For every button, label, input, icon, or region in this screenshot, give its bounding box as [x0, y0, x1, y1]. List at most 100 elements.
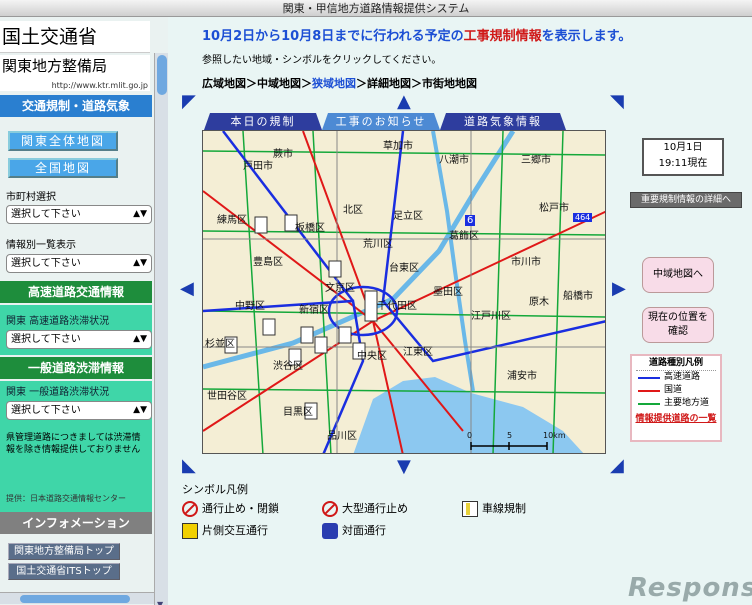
crumb-detail[interactable]: 詳細地図 [367, 77, 411, 90]
scroll-down-icon[interactable]: ▼ [157, 600, 163, 605]
symbol-legend-title: シンボル凡例 [182, 483, 248, 496]
main-content: 10月2日から10月8日までに行われる予定の工事規制情報を表示します。 参照した… [168, 17, 752, 605]
area-label: 北区 [343, 205, 363, 216]
ktr-logo[interactable]: 関東地方整備局 http://www.ktr.mlit.go.jp [0, 55, 150, 91]
scroll-thumb[interactable] [157, 55, 167, 95]
area-label: 練馬区 [217, 215, 247, 226]
symbol-no-large-vehicles: 大型通行止め [322, 501, 408, 517]
two-way-traffic-icon [322, 523, 338, 539]
expressway-label: 関東 高速道路渋滞状況 [6, 316, 110, 327]
general-road-header: 一般道路渋滞情報 [0, 357, 152, 379]
area-label: 豊島区 [253, 257, 283, 268]
mlit-its-link[interactable]: 国土交通省ITSトップ [8, 563, 120, 580]
expressway-select[interactable]: 選択して下さい ▲▼ [6, 330, 152, 349]
pan-south-arrow-icon[interactable]: ▼ [397, 458, 411, 476]
area-label: 荒川区 [363, 239, 393, 250]
area-label: 板橋区 [295, 223, 325, 234]
pan-southeast-arrow-icon[interactable]: ◢ [610, 457, 624, 475]
scale-label: 0 [467, 431, 473, 440]
lane-restriction-marker[interactable] [300, 326, 314, 344]
area-label: 中野区 [235, 301, 265, 312]
information-header: インフォメーション [0, 512, 152, 534]
lane-restriction-marker[interactable] [314, 336, 328, 354]
area-label: 船橋市 [563, 291, 593, 302]
area-label: 足立区 [393, 211, 423, 222]
area-label: 目黒区 [283, 407, 313, 418]
info-select-label: 情報別一覧表示 [6, 240, 76, 251]
route-number: 464 [573, 213, 593, 222]
crumb-narrow-area: 狭域地図 [312, 77, 356, 90]
mid-map-button[interactable]: 中域地図へ [642, 257, 714, 293]
sidebar: 国土交通省 関東地方整備局 http://www.ktr.mlit.go.jp 交… [0, 17, 168, 605]
route-number: 6 [465, 215, 476, 226]
ktr-top-link[interactable]: 関東地方整備局トップ [8, 543, 120, 560]
area-label: 三郷市 [521, 155, 551, 166]
logo-url: http://www.ktr.mlit.go.jp [51, 81, 148, 90]
pan-northwest-arrow-icon[interactable]: ◤ [182, 93, 196, 111]
pan-north-arrow-icon[interactable]: ▲ [397, 93, 411, 111]
map-level-breadcrumb: 広域地図＞中域地図＞狭域地図＞詳細地図＞市街地地図 [202, 77, 477, 90]
tab-road-weather[interactable]: 道路気象情報 [440, 113, 566, 130]
area-label: 原木 [529, 297, 549, 308]
general-road-select[interactable]: 選択して下さい ▲▼ [6, 401, 152, 420]
lane-restriction-marker[interactable] [364, 290, 378, 322]
mlit-logo[interactable]: 国土交通省 [0, 21, 150, 53]
window-title-bar: 関東・甲信地方道路情報提供システム [0, 0, 752, 17]
select-arrows-icon: ▲▼ [133, 405, 147, 415]
area-label: 台東区 [389, 263, 419, 274]
pan-northeast-arrow-icon[interactable]: ◥ [610, 93, 624, 111]
provider-credit: 提供：日本道路交通情報センター [6, 494, 126, 503]
area-label: 墨田区 [433, 287, 463, 298]
kanto-map-button[interactable]: 関東全体地図 [8, 131, 118, 151]
pan-southwest-arrow-icon[interactable]: ◣ [182, 457, 196, 475]
lane-restriction-marker[interactable] [262, 318, 276, 336]
lane-restriction-icon [462, 501, 478, 517]
area-label: 葛飾区 [449, 231, 479, 242]
expressway-header: 高速道路交通情報 [0, 281, 152, 303]
timestamp-box: 10月1日 19:11現在 [642, 138, 724, 176]
select-arrows-icon: ▲▼ [133, 334, 147, 344]
area-label: 世田谷区 [207, 391, 247, 402]
tab-construction-notices[interactable]: 工事のお知らせ [322, 113, 440, 130]
area-label: 新宿区 [299, 305, 329, 316]
important-restrictions-button[interactable]: 重要規制情報の詳細へ [630, 192, 742, 208]
city-select-label: 市町村選択 [6, 192, 56, 203]
sidebar-horizontal-scrollbar[interactable] [0, 592, 154, 604]
area-label: 杉並区 [205, 339, 235, 350]
pan-west-arrow-icon[interactable]: ◀ [180, 280, 194, 298]
crumb-wide-area[interactable]: 広域地図 [202, 77, 246, 90]
road-list-link[interactable]: 情報提供道路の一覧 [632, 412, 720, 426]
lane-restriction-marker[interactable] [328, 260, 342, 278]
symbol-alternating-traffic: 片側交互通行 [182, 523, 268, 539]
lane-restriction-marker[interactable] [254, 216, 268, 234]
crumb-mid-area[interactable]: 中域地図 [257, 77, 301, 90]
area-label: 千代田区 [377, 301, 417, 312]
road-map[interactable]: 戸田市 蕨市 草加市 八潮市 三郷市 松戸市 練馬区 板橋区 北区 足立区 葛飾… [202, 130, 606, 454]
no-trucks-icon [322, 501, 338, 517]
road-type-legend: 道路種別凡例 高速道路 国道 主要地方道 情報提供道路の一覧 [630, 354, 722, 442]
alternating-traffic-icon [182, 523, 198, 539]
scale-label: 5 [507, 431, 513, 440]
legend-row-expressway: 高速道路 [632, 371, 720, 384]
lane-restriction-marker[interactable] [338, 326, 352, 344]
area-label: 品川区 [327, 431, 357, 442]
area-label: 蕨市 [273, 149, 293, 160]
area-label: 江戸川区 [471, 311, 511, 322]
no-entry-icon [182, 501, 198, 517]
area-label: 中央区 [357, 351, 387, 362]
tab-today-restrictions[interactable]: 本日の規制 [204, 113, 322, 130]
window-title: 関東・甲信地方道路情報提供システム [282, 2, 470, 15]
info-select[interactable]: 選択して下さい ▲▼ [6, 254, 152, 273]
scroll-thumb[interactable] [20, 595, 130, 603]
check-location-button[interactable]: 現在の位置を確認 [642, 307, 714, 343]
select-arrows-icon: ▲▼ [133, 209, 147, 219]
city-select[interactable]: 選択して下さい ▲▼ [6, 205, 152, 224]
scale-label: 10km [543, 431, 566, 440]
crumb-city[interactable]: 市街地地図 [422, 77, 477, 90]
area-label: 八潮市 [439, 155, 469, 166]
pan-east-arrow-icon[interactable]: ▶ [612, 280, 626, 298]
legend-row-main-road: 主要地方道 [632, 397, 720, 410]
sidebar-vertical-scrollbar[interactable]: ▼ [154, 53, 168, 605]
national-map-button[interactable]: 全国地図 [8, 158, 118, 178]
general-road-label: 関東 一般道路渋滞状況 [6, 387, 110, 398]
